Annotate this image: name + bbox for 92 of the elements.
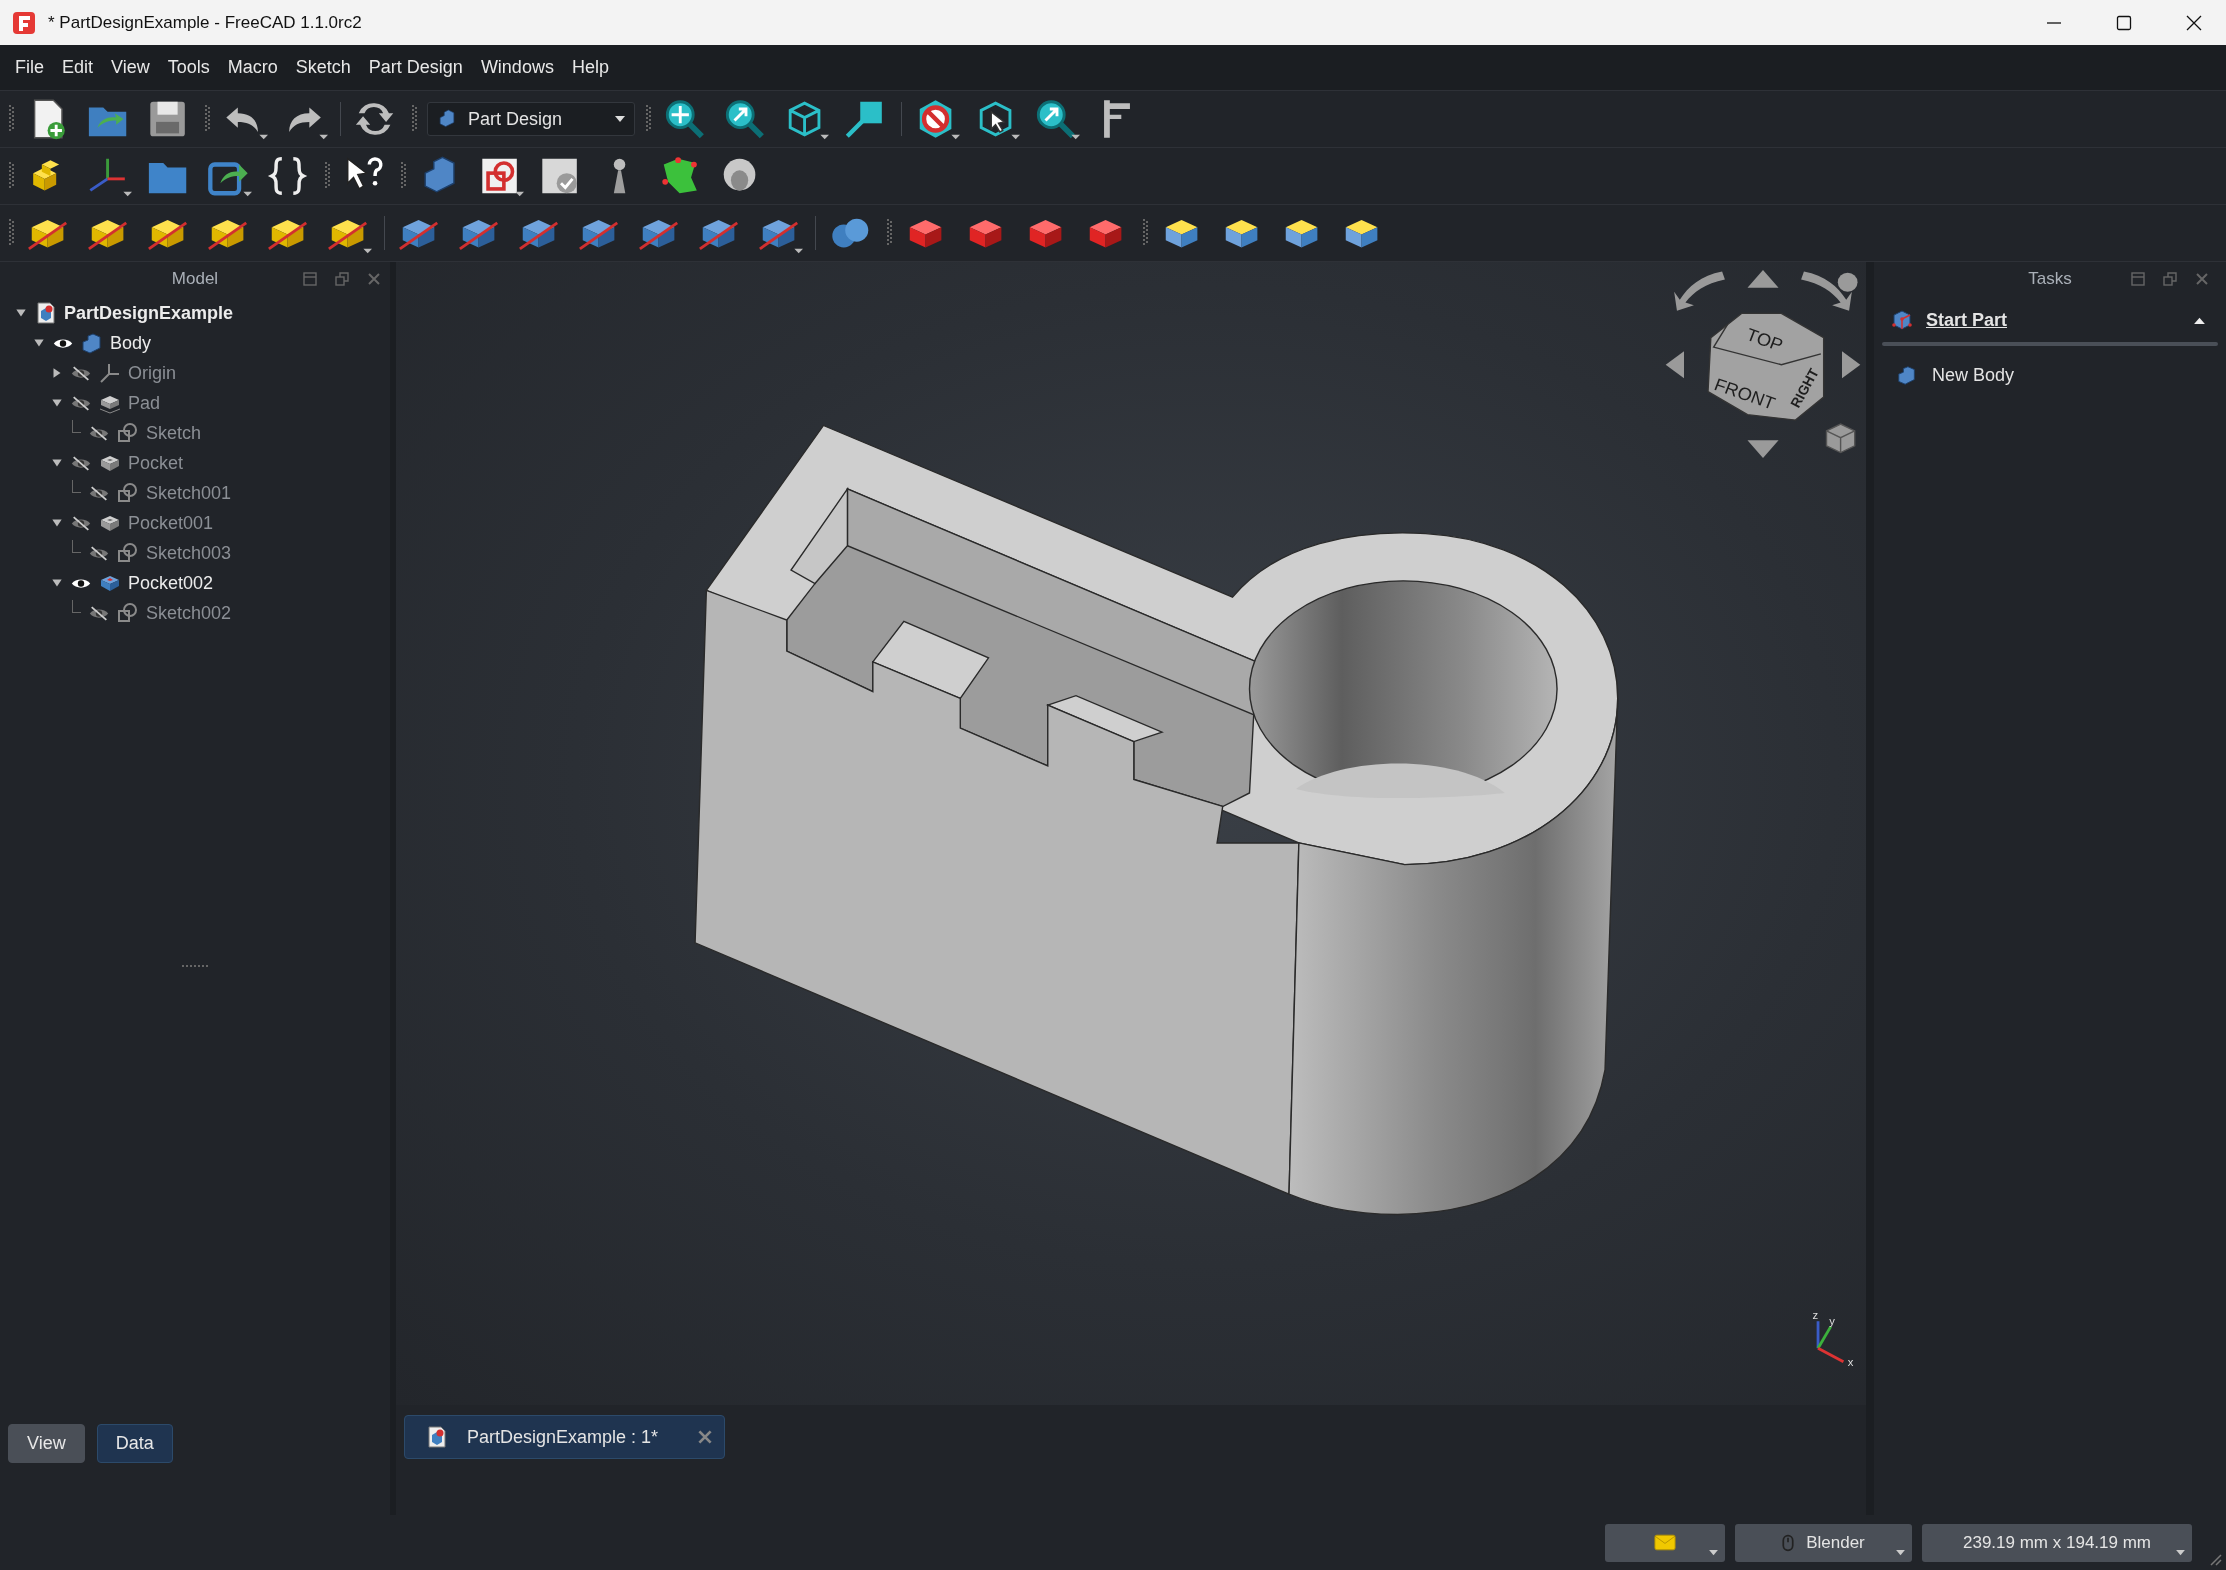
- axis-label: x: [1847, 1356, 1854, 1368]
- toolbar-grip[interactable]: [8, 161, 14, 191]
- menu-item[interactable]: File: [6, 53, 53, 82]
- pan-up-icon[interactable]: [1747, 270, 1779, 288]
- menu-item[interactable]: Edit: [53, 53, 103, 82]
- part-model-drawing[interactable]: [694, 424, 1619, 1216]
- dropdown-caret-icon: [1708, 1548, 1719, 1556]
- workbench-dropdown[interactable]: Part Design: [427, 102, 635, 136]
- hidden-eye-icon[interactable]: [88, 605, 110, 621]
- splitter-handle[interactable]: [181, 964, 209, 968]
- document-icon: [425, 1425, 449, 1449]
- axis-triad-icon: [1816, 1321, 1845, 1363]
- panel-title: Tasks: [2028, 269, 2072, 289]
- tree-item[interactable]: Pocket002: [128, 572, 214, 594]
- hidden-eye-icon[interactable]: [88, 425, 110, 441]
- sketch-icon: [116, 481, 140, 505]
- toolbar-grip[interactable]: [324, 161, 330, 191]
- toolbar-grip[interactable]: [886, 218, 892, 248]
- axis-label: y: [1829, 1315, 1835, 1328]
- body-icon: [80, 331, 104, 355]
- sketch-icon: [116, 601, 140, 625]
- tree-item[interactable]: PartDesignExample: [64, 302, 234, 324]
- tree-item[interactable]: Sketch003: [146, 542, 232, 564]
- tree-item[interactable]: Pad: [128, 392, 161, 414]
- hidden-eye-icon[interactable]: [70, 365, 92, 381]
- rotate-left-icon[interactable]: [1674, 271, 1725, 311]
- sketch-icon: [116, 421, 140, 445]
- dock-icon[interactable]: [302, 271, 318, 287]
- workbench-name: Part Design: [468, 108, 563, 130]
- dimensions-dropdown[interactable]: 239.19 mm x 194.19 mm: [1922, 1523, 2192, 1562]
- axis-label: z: [1812, 1308, 1818, 1321]
- property-tab[interactable]: Data: [96, 1424, 173, 1463]
- body-icon: [1896, 364, 1918, 386]
- hidden-eye-icon[interactable]: [70, 395, 92, 411]
- hidden-eye-icon[interactable]: [88, 485, 110, 501]
- rotate-right-icon[interactable]: [1801, 271, 1852, 311]
- navigation-style-dropdown[interactable]: Blender: [1735, 1523, 1912, 1562]
- cube-face-label[interactable]: FRONT: [1711, 374, 1778, 414]
- property-tab[interactable]: View: [8, 1424, 85, 1463]
- menu-item[interactable]: View: [102, 53, 159, 82]
- tree-item[interactable]: Sketch001: [146, 482, 232, 504]
- body-icon: [436, 108, 458, 130]
- menu-item[interactable]: Macro: [218, 53, 287, 82]
- tree-item[interactable]: Sketch002: [146, 602, 232, 624]
- notifications-dropdown[interactable]: [1605, 1523, 1725, 1562]
- tree-item[interactable]: Origin: [128, 362, 176, 384]
- toolbar-grip[interactable]: [204, 104, 210, 134]
- hidden-eye-icon[interactable]: [70, 455, 92, 471]
- toolbar-grip[interactable]: [1142, 218, 1148, 248]
- pan-left-icon[interactable]: [1665, 351, 1684, 379]
- part-cube-icon: [1890, 308, 1914, 332]
- dropdown-caret-icon: [614, 115, 626, 123]
- tree-item[interactable]: Body: [110, 332, 152, 354]
- document-icon: [34, 301, 58, 325]
- tree-item[interactable]: Sketch: [146, 422, 202, 444]
- dock-icon[interactable]: [2130, 271, 2146, 287]
- toolbar-grip[interactable]: [645, 104, 651, 134]
- sketch-icon: [116, 541, 140, 565]
- document-tab-label: PartDesignExample : 1*: [467, 1426, 660, 1448]
- menu-item[interactable]: Tools: [158, 53, 219, 82]
- navigation-style: Blender: [1806, 1532, 1865, 1553]
- cube-face-label[interactable]: TOP: [1743, 324, 1786, 356]
- float-icon[interactable]: [2162, 271, 2178, 287]
- mouse-icon: [1782, 1533, 1795, 1552]
- toolbar-grip[interactable]: [400, 161, 406, 191]
- dropdown-caret-icon: [1895, 1548, 1906, 1556]
- toolbar-grip[interactable]: [411, 104, 417, 134]
- menu-item[interactable]: Part Design: [359, 53, 472, 82]
- toolbar-grip[interactable]: [8, 218, 14, 248]
- tree-item[interactable]: Pocket: [128, 452, 184, 474]
- tree-item[interactable]: Pocket001: [128, 512, 214, 534]
- small-cube-icon[interactable]: [1825, 423, 1856, 454]
- panel-title: Model: [171, 269, 219, 289]
- dropdown-caret-icon: [2175, 1548, 2186, 1556]
- hidden-eye-icon[interactable]: [88, 545, 110, 561]
- envelope-icon: [1654, 1534, 1676, 1551]
- document-tab[interactable]: PartDesignExample : 1*: [404, 1415, 726, 1459]
- menu-item[interactable]: Help: [562, 53, 618, 82]
- task-item[interactable]: New Body: [1882, 364, 2218, 386]
- collapse-caret-icon[interactable]: [2193, 315, 2206, 325]
- origin-icon: [98, 361, 122, 385]
- menu-item[interactable]: Windows: [471, 53, 563, 82]
- dimensions-readout: 239.19 mm x 194.19 mm: [1963, 1532, 2151, 1553]
- task-section-title[interactable]: Start Part: [1926, 309, 2008, 331]
- window-title: * PartDesignExample - FreeCAD 1.1.0rc2: [48, 12, 362, 33]
- float-icon[interactable]: [334, 271, 350, 287]
- pan-right-icon[interactable]: [1842, 351, 1861, 379]
- menu-item[interactable]: Sketch: [286, 53, 360, 82]
- app-logo-icon: [12, 10, 36, 35]
- pan-down-icon[interactable]: [1747, 440, 1779, 458]
- toolbar-grip[interactable]: [8, 104, 14, 134]
- hidden-eye-icon[interactable]: [70, 515, 92, 531]
